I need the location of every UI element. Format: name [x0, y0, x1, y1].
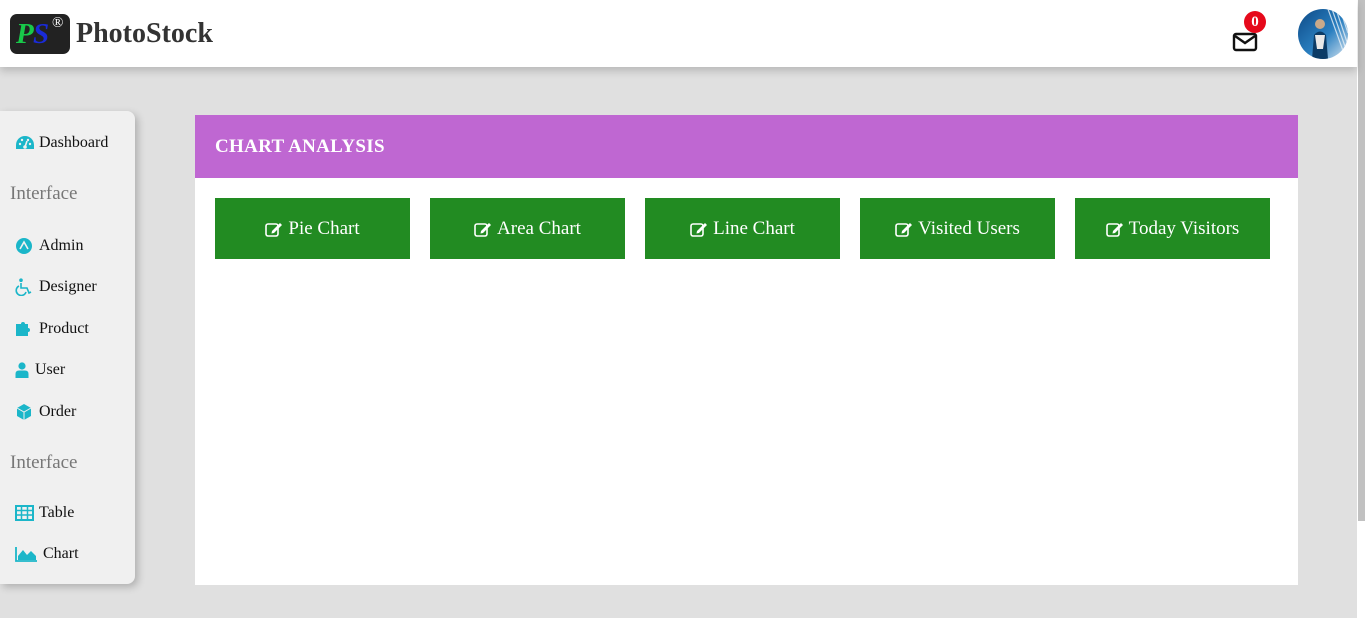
- sidebar-heading-interface: Interface: [10, 452, 78, 473]
- button-label: Line Chart: [713, 217, 795, 239]
- sidebar-item-label: Chart: [43, 545, 79, 562]
- sidebar-item-user[interactable]: User: [15, 361, 65, 379]
- avatar[interactable]: [1298, 9, 1348, 59]
- button-label: Area Chart: [497, 217, 581, 239]
- sidebar-item-dashboard[interactable]: Dashboard: [15, 134, 108, 152]
- edit-icon: [1105, 222, 1123, 237]
- sidebar-item-product[interactable]: Product: [15, 320, 89, 338]
- puzzle-icon: [15, 320, 35, 338]
- sidebar: Dashboard Interface Admin Designer Produ…: [0, 111, 135, 584]
- sidebar-item-label: User: [35, 361, 66, 378]
- top-header: P S ® PhotoStock 0: [0, 0, 1357, 67]
- edit-icon: [895, 222, 913, 237]
- visited-users-button[interactable]: Visited Users: [860, 198, 1055, 259]
- edit-icon: [265, 222, 283, 237]
- wheelchair-icon: [15, 278, 35, 296]
- mail-count-badge: 0: [1244, 11, 1266, 33]
- user-icon: [15, 361, 31, 379]
- sidebar-item-designer[interactable]: Designer: [15, 278, 97, 296]
- logo-letter-s: S: [33, 18, 50, 50]
- panel-title: CHART ANALYSIS: [215, 135, 385, 157]
- area-chart-button[interactable]: Area Chart: [430, 198, 625, 259]
- admin-circle-icon: [15, 237, 35, 255]
- sidebar-item-table[interactable]: Table: [15, 504, 74, 522]
- today-visitors-button[interactable]: Today Visitors: [1075, 198, 1270, 259]
- button-label: Visited Users: [918, 217, 1020, 239]
- button-label: Pie Chart: [288, 217, 360, 239]
- brand-name: PhotoStock: [76, 18, 213, 49]
- sidebar-item-label: Designer: [39, 278, 97, 295]
- cube-icon: [15, 403, 35, 421]
- line-chart-button[interactable]: Line Chart: [645, 198, 840, 259]
- panel-header: CHART ANALYSIS: [195, 115, 1298, 178]
- edit-icon: [474, 222, 492, 237]
- sidebar-heading-interface: Interface: [10, 183, 78, 204]
- sidebar-item-label: Order: [39, 403, 77, 420]
- chart-button-row: Pie Chart Area Chart Line Chart Visited …: [215, 198, 1270, 259]
- brand[interactable]: P S ® PhotoStock: [10, 14, 213, 54]
- sidebar-item-label: Table: [39, 504, 75, 521]
- logo-letter-p: P: [16, 18, 34, 50]
- button-label: Today Visitors: [1128, 217, 1240, 239]
- user-avatar-image: [1298, 9, 1348, 59]
- sidebar-item-label: Dashboard: [39, 134, 109, 151]
- sidebar-item-label: Admin: [39, 237, 84, 254]
- table-icon: [15, 504, 35, 522]
- pie-chart-button[interactable]: Pie Chart: [215, 198, 410, 259]
- edit-icon: [690, 222, 708, 237]
- mail-icon[interactable]: [1232, 31, 1258, 53]
- logo: P S ®: [10, 14, 70, 54]
- sidebar-item-order[interactable]: Order: [15, 403, 76, 421]
- area-chart-icon: [15, 545, 39, 563]
- sidebar-item-admin[interactable]: Admin: [15, 237, 83, 255]
- dashboard-gauge-icon: [15, 134, 35, 152]
- logo-registered-mark: ®: [52, 15, 64, 31]
- scrollbar-thumb[interactable]: [1358, 0, 1365, 521]
- sidebar-item-label: Product: [39, 320, 89, 337]
- chart-analysis-panel: CHART ANALYSIS Pie Chart Area Chart Line…: [195, 115, 1298, 585]
- sidebar-item-chart[interactable]: Chart: [15, 545, 79, 563]
